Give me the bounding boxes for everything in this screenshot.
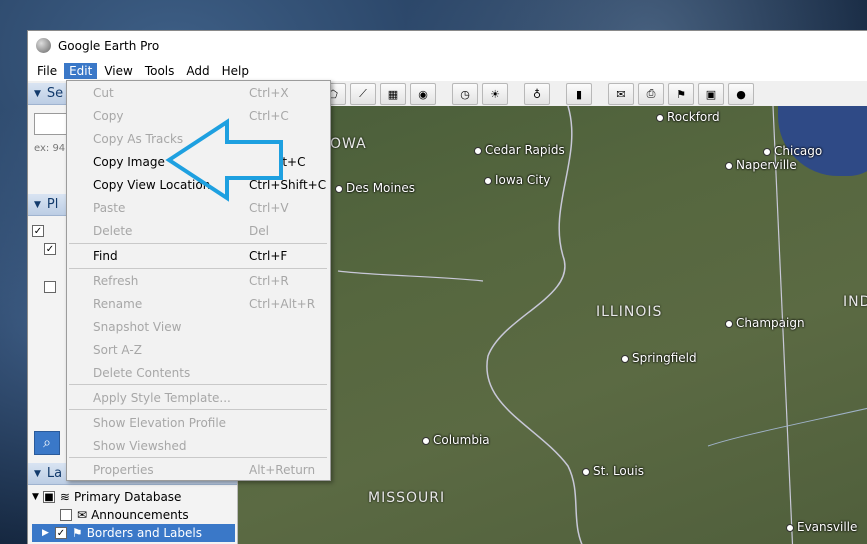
location-dot-icon	[484, 177, 492, 185]
layer-announcements[interactable]: ✉ Announcements	[32, 506, 235, 524]
menu-item-sort-a-z[interactable]: Sort A-Z	[67, 339, 330, 361]
planets-button[interactable]: ♁	[524, 83, 550, 105]
window-title: Google Earth Pro	[58, 38, 160, 53]
checkbox[interactable]: ✓	[32, 225, 44, 237]
menu-separator	[69, 243, 327, 244]
location-dot-icon	[335, 185, 343, 193]
checkbox[interactable]: ✓	[44, 243, 56, 255]
city-columbia[interactable]: Columbia	[422, 433, 490, 447]
menu-help[interactable]: Help	[217, 63, 254, 79]
menu-separator	[69, 384, 327, 385]
city-evansville[interactable]: Evansville	[786, 520, 857, 534]
expand-icon[interactable]: ▶	[42, 528, 49, 538]
menu-item-apply-style-template[interactable]: Apply Style Template...	[67, 387, 330, 409]
add-image-overlay-button[interactable]: ▦	[380, 83, 406, 105]
title-bar: Google Earth Pro	[28, 31, 867, 60]
city-des-moines[interactable]: Des Moines	[335, 181, 415, 195]
menu-add[interactable]: Add	[181, 63, 214, 79]
menu-item-delete[interactable]: Delete Del	[67, 220, 330, 242]
menu-separator	[69, 409, 327, 410]
collapse-icon: ▼	[34, 88, 41, 99]
city-chicago[interactable]: Chicago	[763, 144, 822, 158]
expand-icon[interactable]: ▼	[32, 492, 39, 502]
earth-gallery-button[interactable]: ●	[728, 83, 754, 105]
location-dot-icon	[725, 320, 733, 328]
menu-item-refresh[interactable]: Refresh Ctrl+R	[67, 270, 330, 292]
google-earth-icon	[36, 38, 51, 53]
location-dot-icon	[725, 162, 733, 170]
city-st-louis[interactable]: St. Louis	[582, 464, 644, 478]
menu-bar: File Edit View Tools Add Help	[28, 60, 867, 81]
location-dot-icon	[582, 468, 590, 476]
menu-file[interactable]: File	[32, 63, 62, 79]
sunlight-button[interactable]: ☀	[482, 83, 508, 105]
print-button[interactable]: ⎙	[638, 83, 664, 105]
menu-item-properties[interactable]: Properties Alt+Return	[67, 459, 330, 481]
menu-tools[interactable]: Tools	[140, 63, 180, 79]
layers-tree: ▼ ■ ≋ Primary Database ✉ Announcements ▶…	[32, 488, 235, 542]
state-label-missouri: MISSOURI	[368, 490, 446, 506]
map-view[interactable]: Rockford Chicago Naperville Cedar Rapids…	[238, 106, 867, 544]
state-label-indiana: IND	[843, 294, 867, 310]
menu-item-show-viewshed[interactable]: Show Viewshed	[67, 435, 330, 457]
menu-item-find[interactable]: Find Ctrl+F	[67, 245, 330, 267]
menu-view[interactable]: View	[99, 63, 137, 79]
menu-item-delete-contents[interactable]: Delete Contents	[67, 362, 330, 384]
record-tour-button[interactable]: ◉	[410, 83, 436, 105]
ruler-button[interactable]: ▮	[566, 83, 592, 105]
location-dot-icon	[786, 524, 794, 532]
city-naperville[interactable]: Naperville	[725, 158, 797, 172]
checkbox[interactable]: ✓	[54, 527, 67, 539]
toolbar: ⬠ ⟋ ▦ ◉ ◷ ☀ ♁ ▮ ✉ ⎙ ⚑ ▣ ●	[320, 83, 754, 107]
city-iowa-city[interactable]: Iowa City	[484, 173, 550, 187]
city-rockford[interactable]: Rockford	[656, 110, 720, 124]
view-in-maps-button[interactable]: ⚑	[668, 83, 694, 105]
menu-item-show-elevation-profile[interactable]: Show Elevation Profile	[67, 412, 330, 434]
collapse-icon: ▼	[34, 199, 41, 210]
state-label-iowa: OWA	[330, 136, 367, 152]
search-icon[interactable]: ⌕	[34, 431, 60, 455]
city-champaign[interactable]: Champaign	[725, 316, 805, 330]
location-dot-icon	[422, 437, 430, 445]
database-icon: ≋	[59, 490, 70, 504]
menu-item-rename[interactable]: Rename Ctrl+Alt+R	[67, 293, 330, 315]
location-dot-icon	[656, 114, 664, 122]
state-label-illinois: ILLINOIS	[596, 304, 663, 320]
checkbox[interactable]	[44, 281, 56, 293]
collapse-icon: ▼	[34, 468, 41, 479]
menu-separator	[69, 268, 327, 269]
save-image-button[interactable]: ▣	[698, 83, 724, 105]
location-dot-icon	[763, 148, 771, 156]
city-cedar-rapids[interactable]: Cedar Rapids	[474, 143, 565, 157]
location-dot-icon	[474, 147, 482, 155]
layer-primary-database[interactable]: ▼ ■ ≋ Primary Database	[32, 488, 235, 506]
menu-edit[interactable]: Edit	[64, 62, 98, 79]
add-path-button[interactable]: ⟋	[350, 83, 376, 105]
pointer-arrow-icon	[165, 118, 283, 202]
menu-item-cut[interactable]: Cut Ctrl+X	[67, 82, 330, 104]
email-button[interactable]: ✉	[608, 83, 634, 105]
menu-separator	[69, 457, 327, 458]
envelope-icon: ✉	[77, 508, 88, 522]
location-dot-icon	[621, 355, 629, 363]
city-springfield[interactable]: Springfield	[621, 351, 697, 365]
checkbox[interactable]	[60, 509, 72, 521]
menu-item-snapshot-view[interactable]: Snapshot View	[67, 316, 330, 338]
checkbox[interactable]: ■	[42, 491, 55, 503]
layer-borders-and-labels[interactable]: ▶ ✓ ⚑ Borders and Labels	[32, 524, 235, 542]
historical-imagery-button[interactable]: ◷	[452, 83, 478, 105]
flag-icon: ⚑	[71, 526, 83, 540]
